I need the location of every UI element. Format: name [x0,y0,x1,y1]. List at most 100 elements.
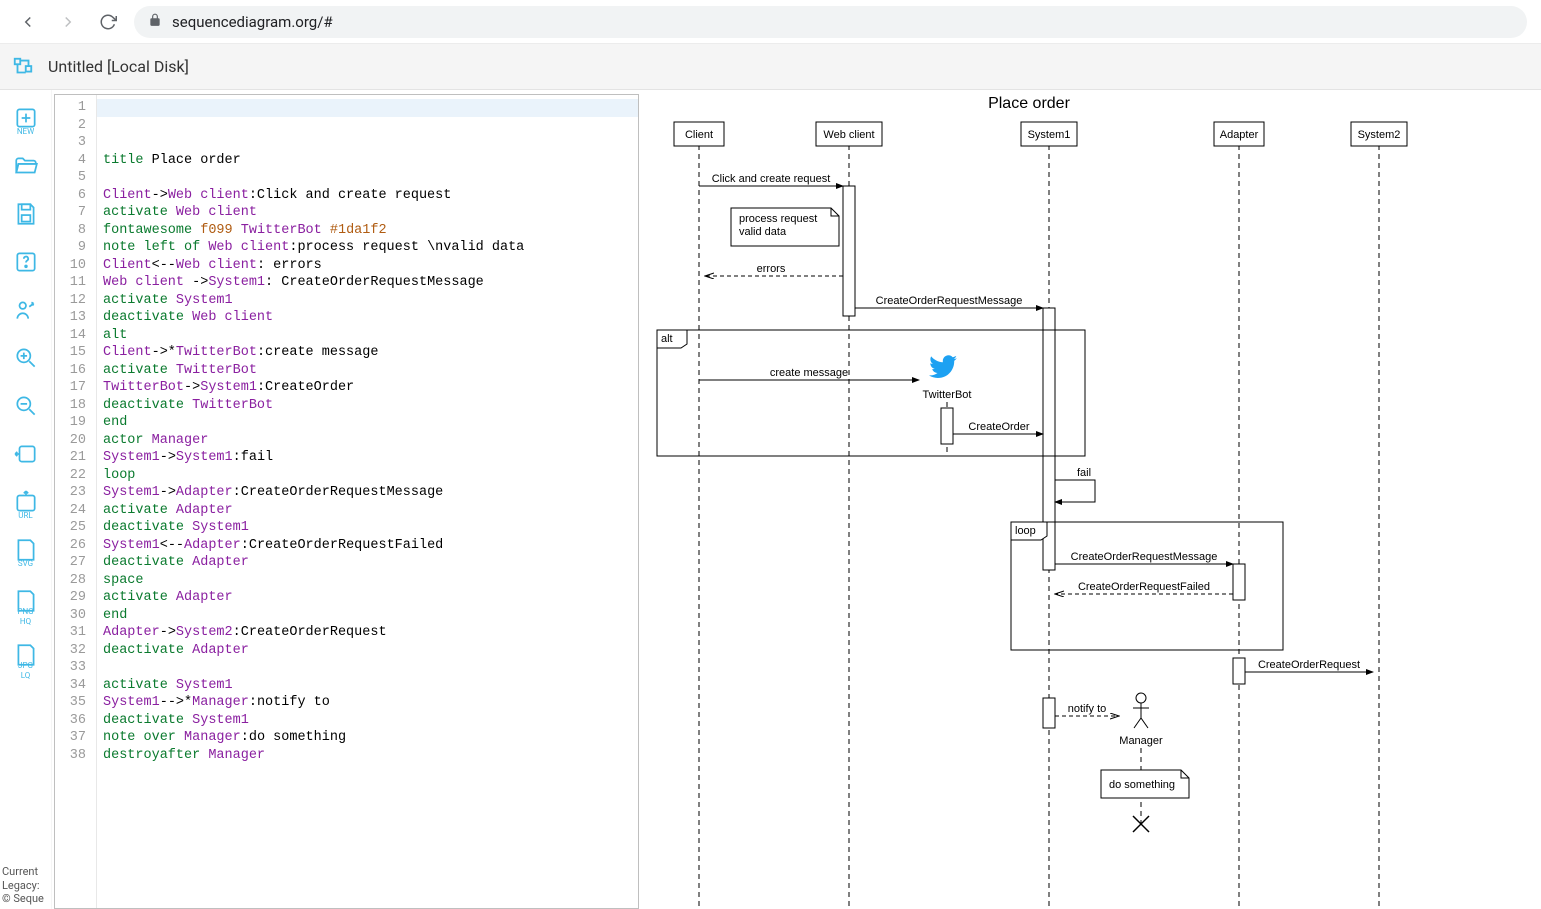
code-line[interactable]: deactivate System1 [103,519,638,537]
url-text: sequencediagram.org/# [172,13,333,31]
note-do-something: do something [1109,779,1175,791]
actor-icon [1133,693,1149,728]
msg-notify: notify to [1068,703,1107,715]
code-line[interactable]: note over Manager:do something [103,729,638,747]
forward-button[interactable] [54,8,82,36]
note-process-request-2: valid data [739,226,787,238]
code-line[interactable]: activate Web client [103,204,638,222]
editor-gutter: 1234567891011121314151617181920212223242… [55,95,97,908]
code-line[interactable]: deactivate Adapter [103,554,638,572]
png-sub-caption: HQ [20,617,31,626]
svg-caption: SVG [18,559,33,568]
code-line[interactable]: title Place order [103,152,638,170]
code-line[interactable]: System1->System1:fail [103,449,638,467]
code-line[interactable]: System1<--Adapter:CreateOrderRequestFail… [103,537,638,555]
msg-createorderrequest-3: CreateOrderRequest [1258,659,1360,671]
code-line[interactable]: Client->Web client:Click and create requ… [103,187,638,205]
open-button[interactable] [10,150,42,182]
code-editor[interactable]: 1234567891011121314151617181920212223242… [54,94,639,909]
participant-manager: Manager [1119,735,1163,747]
code-line[interactable] [103,764,638,782]
sidebar-footer: Current Legacy: © Seque [0,861,51,909]
code-line[interactable]: end [103,414,638,432]
code-line[interactable]: Client->*TwitterBot:create message [103,344,638,362]
help-button[interactable] [10,246,42,278]
code-line[interactable]: deactivate Adapter [103,642,638,660]
code-line[interactable]: activate Adapter [103,589,638,607]
export-svg-button[interactable]: SVG [10,534,42,566]
code-line[interactable] [103,169,638,187]
code-line[interactable]: System1->Adapter:CreateOrderRequestMessa… [103,484,638,502]
code-line[interactable]: activate System1 [103,677,638,695]
participant-system2: System2 [1358,129,1401,141]
msg-create-message: create message [770,367,848,379]
url-bar[interactable]: sequencediagram.org/# [134,6,1527,38]
code-line[interactable]: Web client ->System1: CreateOrderRequest… [103,274,638,292]
code-line[interactable]: end [103,607,638,625]
diagram-preview[interactable]: Place order Client Web client System1 Ad… [639,90,1541,909]
png-caption: PNG [17,607,33,616]
editor-content[interactable]: title Place order Client->Web client:Cli… [97,95,638,908]
lock-icon [148,13,162,31]
msg-fail: fail [1077,467,1091,479]
code-line[interactable] [103,799,638,817]
code-line[interactable]: loop [103,467,638,485]
code-line[interactable]: note left of Web client:process request … [103,239,638,257]
code-line[interactable]: System1-->*Manager:notify to [103,694,638,712]
code-line[interactable]: actor Manager [103,432,638,450]
new-button[interactable]: NEW [10,102,42,134]
code-line[interactable]: fontawesome f099 TwitterBot #1da1f2 [103,222,638,240]
code-line[interactable] [103,782,638,800]
back-button[interactable] [14,8,42,36]
code-line[interactable]: alt [103,327,638,345]
browser-chrome: sequencediagram.org/# [0,0,1541,44]
code-line[interactable]: TwitterBot->System1:CreateOrder [103,379,638,397]
msg-click: Click and create request [712,173,831,185]
participant-system1: System1 [1028,129,1071,141]
participant-adapter: Adapter [1220,129,1259,141]
destroy-icon [1133,816,1149,832]
export-code-button[interactable] [10,438,42,470]
fragment-alt-label: alt [661,333,673,345]
save-button[interactable] [10,198,42,230]
new-caption: NEW [17,127,34,136]
footer-line-2: Legacy: [2,879,49,892]
code-line[interactable]: destroyafter Manager [103,747,638,765]
participant-twitterbot: TwitterBot [923,389,972,401]
zoom-in-button[interactable] [10,342,42,374]
note-process-request-1: process request [739,213,817,225]
code-line[interactable]: Client<--Web client: errors [103,257,638,275]
app-header: Untitled [Local Disk] [0,44,1541,90]
export-url-button[interactable]: URL [10,486,42,518]
msg-createorderfailed: CreateOrderRequestFailed [1078,581,1210,593]
share-button[interactable] [10,294,42,326]
jpg-caption: JPG [18,661,33,670]
diagram-title: Place order [988,95,1070,112]
msg-createorderrequest: CreateOrderRequestMessage [876,295,1023,307]
document-title: Untitled [Local Disk] [48,57,189,76]
msg-createorder: CreateOrder [968,421,1029,433]
code-line[interactable]: activate System1 [103,292,638,310]
code-line[interactable]: deactivate TwitterBot [103,397,638,415]
fragment-loop-label: loop [1015,525,1036,537]
code-line[interactable]: activate TwitterBot [103,362,638,380]
code-line[interactable]: deactivate Web client [103,309,638,327]
participant-web-client: Web client [823,129,874,141]
footer-line-1: Current [2,865,49,878]
reload-button[interactable] [94,8,122,36]
participant-client: Client [685,129,713,141]
sidebar: NEW URL SVG [0,90,52,909]
export-png-button[interactable]: PNG HQ [10,582,42,620]
twitter-icon [929,355,957,378]
zoom-out-button[interactable] [10,390,42,422]
footer-line-3: © Seque [2,892,49,905]
msg-createorderrequest-2: CreateOrderRequestMessage [1071,551,1218,563]
export-jpg-button[interactable]: JPG LQ [10,636,42,674]
code-line[interactable]: activate Adapter [103,502,638,520]
code-line[interactable]: deactivate System1 [103,712,638,730]
workspace: NEW URL SVG [0,90,1541,909]
code-line[interactable]: space [103,572,638,590]
code-line[interactable] [103,659,638,677]
code-line[interactable]: Adapter->System2:CreateOrderRequest [103,624,638,642]
app-logo-icon [12,56,34,78]
